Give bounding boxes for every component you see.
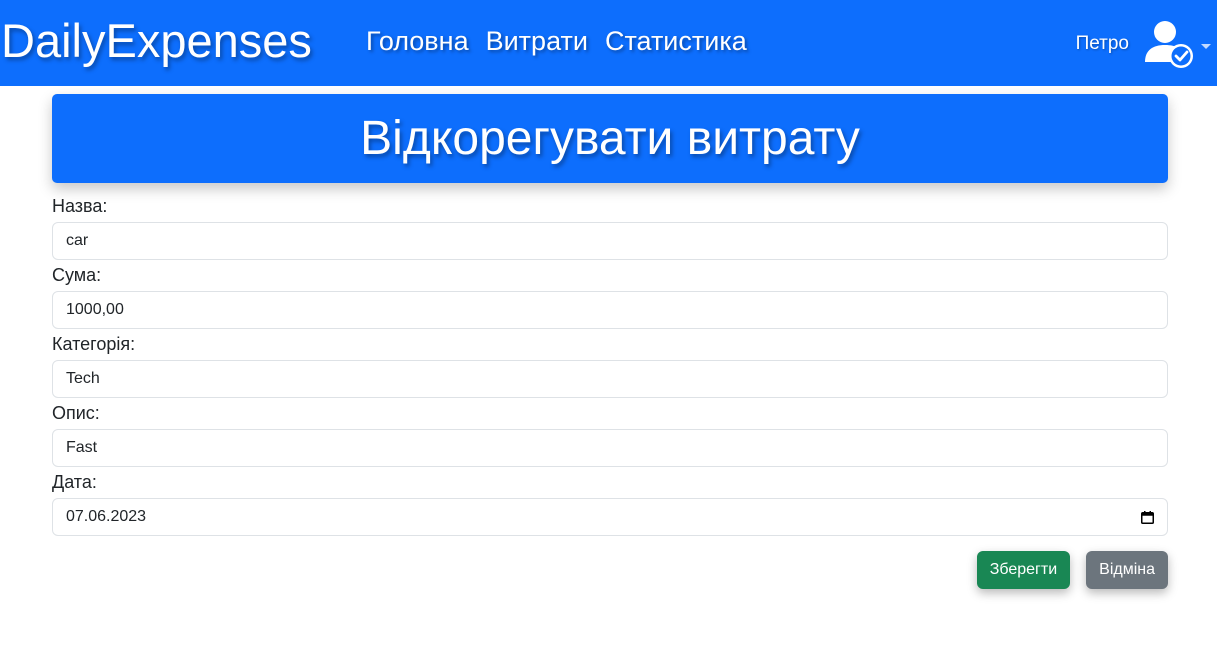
nav-link-expenses[interactable]: Витрати xyxy=(486,24,588,58)
description-input[interactable]: Fast xyxy=(52,429,1168,467)
amount-label: Сума: xyxy=(52,265,102,285)
description-input-value: Fast xyxy=(66,439,98,456)
name-input-value: car xyxy=(66,232,89,249)
nav-links: Головна Витрати Статистика xyxy=(366,24,747,58)
save-button[interactable]: Зберегти xyxy=(976,551,1071,589)
form-actions: Зберегти Відміна xyxy=(976,551,1168,589)
date-label: Дата: xyxy=(52,472,97,492)
calendar-icon[interactable] xyxy=(1141,511,1154,524)
date-input[interactable]: 07.06.2023 xyxy=(52,498,1168,536)
amount-input[interactable]: 1000,00 xyxy=(52,291,1168,329)
category-input[interactable]: Tech xyxy=(52,360,1168,398)
nav-link-statistics[interactable]: Статистика xyxy=(605,24,747,58)
chevron-down-icon[interactable] xyxy=(1201,43,1211,49)
page-title: Відкорегувати витрату xyxy=(360,111,860,165)
category-label: Категорія: xyxy=(52,334,136,354)
name-label: Назва: xyxy=(52,196,108,216)
cancel-button[interactable]: Відміна xyxy=(1086,551,1168,589)
edit-expense-form: Назва: car Сума: 1000,00 Категорія: Tech… xyxy=(52,192,1168,537)
user-menu[interactable]: Петро xyxy=(1076,18,1211,70)
brand-link[interactable]: DailyExpenses xyxy=(1,12,312,70)
user-name: Петро xyxy=(1075,33,1129,54)
navbar: DailyExpenses Головна Витрати Статистика… xyxy=(0,0,1217,86)
amount-input-value: 1000,00 xyxy=(66,301,124,318)
page-header-card: Відкорегувати витрату xyxy=(52,94,1168,183)
name-input[interactable]: car xyxy=(52,222,1168,260)
date-input-value: 07.06.2023 xyxy=(66,508,147,525)
user-check-icon[interactable] xyxy=(1141,18,1197,70)
nav-link-home[interactable]: Головна xyxy=(366,24,469,58)
description-label: Опис: xyxy=(52,403,100,423)
category-input-value: Tech xyxy=(66,370,100,387)
